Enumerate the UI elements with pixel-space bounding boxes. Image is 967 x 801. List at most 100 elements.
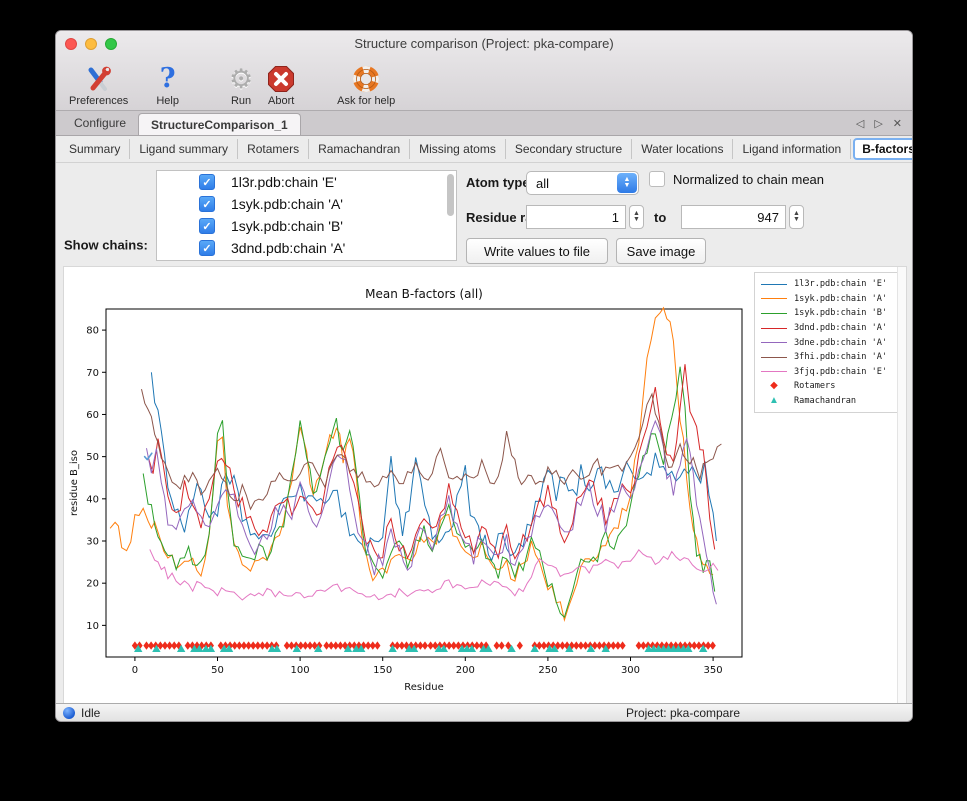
- legend-label: 1l3r.pdb:chain 'E': [794, 279, 887, 289]
- svg-text:Mean B-factors (all): Mean B-factors (all): [365, 287, 483, 301]
- run-button[interactable]: ⚙ Run: [222, 59, 260, 107]
- popup-stepper-icon: ▲▼: [617, 173, 637, 193]
- svg-text:150: 150: [373, 665, 392, 676]
- window-title: Structure comparison (Project: pka-compa…: [56, 31, 912, 57]
- residue-from-input[interactable]: 1: [526, 205, 626, 229]
- chart-legend: 1l3r.pdb:chain 'E' 1syk.pdb:chain 'A' 1s…: [754, 272, 904, 413]
- chain-list: ✓ 1l3r.pdb:chain 'E' ✓ 1syk.pdb:chain 'A…: [156, 170, 457, 261]
- legend-line-swatch: [761, 371, 787, 372]
- toolbar-label: Abort: [268, 95, 294, 107]
- legend-label: Ramachandran: [794, 396, 856, 406]
- svg-text:10: 10: [86, 621, 99, 632]
- chain-list-item[interactable]: ✓ 3dnd.pdb:chain 'A': [157, 237, 456, 259]
- svg-text:50: 50: [211, 665, 224, 676]
- legend-line-swatch: [761, 313, 787, 314]
- checkbox-checked-icon[interactable]: ✓: [199, 174, 215, 190]
- preferences-button[interactable]: Preferences: [62, 59, 135, 107]
- abort-icon: [267, 63, 295, 95]
- help-button[interactable]: ? Help: [149, 59, 186, 107]
- tab-close-icon[interactable]: ✕: [893, 117, 902, 130]
- tab-b-factors[interactable]: B-factors: [853, 138, 913, 160]
- tab-secondary-structure[interactable]: Secondary structure: [506, 139, 632, 159]
- svg-text:residue B_iso: residue B_iso: [69, 450, 80, 516]
- checkbox-checked-icon[interactable]: ✓: [199, 240, 215, 256]
- normalized-label: Normalized to chain mean: [673, 172, 824, 187]
- window-chrome: Structure comparison (Project: pka-compa…: [56, 31, 912, 111]
- toolbar-label: Preferences: [69, 95, 128, 107]
- plot-panel: Mean B-factors (all) residue B_iso Residue…: [63, 266, 907, 705]
- tab-prev-icon[interactable]: ◁: [856, 117, 864, 130]
- tab-summary[interactable]: Summary: [60, 139, 130, 159]
- toolbar: Preferences ? Help ⚙ Run Abort: [56, 57, 912, 110]
- write-values-button[interactable]: Write values to file: [466, 238, 608, 264]
- chain-list-item[interactable]: ✓ 1syk.pdb:chain 'B': [157, 215, 456, 237]
- status-text: Idle: [81, 706, 100, 720]
- svg-text:80: 80: [86, 326, 99, 337]
- legend-label: 1syk.pdb:chain 'A': [794, 294, 887, 304]
- svg-text:40: 40: [86, 494, 99, 505]
- checkbox-checked-icon[interactable]: ✓: [199, 196, 215, 212]
- traffic-lights: [65, 38, 117, 50]
- checkbox-unchecked-icon[interactable]: [649, 171, 665, 187]
- normalized-checkbox-row[interactable]: Normalized to chain mean: [649, 171, 824, 187]
- toolbar-label: Run: [231, 95, 251, 107]
- residue-to-input[interactable]: 947: [681, 205, 786, 229]
- bfactor-controls: Show chains: ✓ 1l3r.pdb:chain 'E' ✓ 1syk…: [56, 163, 912, 268]
- toolbar-label: Help: [156, 95, 179, 107]
- svg-text:350: 350: [704, 665, 723, 676]
- app-window: Structure comparison (Project: pka-compa…: [55, 30, 913, 722]
- main-tab-bar: Configure StructureComparison_1 ◁ ▷ ✕: [56, 111, 912, 136]
- chain-list-item[interactable]: ✓ 1syk.pdb:chain 'A': [157, 193, 456, 215]
- residue-from-stepper[interactable]: ▲▼: [629, 205, 644, 229]
- status-indicator-icon: [63, 707, 75, 719]
- svg-text:300: 300: [621, 665, 640, 676]
- tab-water-locations[interactable]: Water locations: [632, 139, 733, 159]
- titlebar[interactable]: Structure comparison (Project: pka-compa…: [56, 31, 912, 57]
- ask-for-help-button[interactable]: Ask for help: [330, 59, 402, 107]
- lifebuoy-icon: [352, 63, 380, 95]
- svg-text:0: 0: [132, 665, 138, 676]
- chain-label: 1syk.pdb:chain 'A': [231, 196, 343, 212]
- abort-button[interactable]: Abort: [260, 59, 302, 107]
- tab-next-icon[interactable]: ▷: [874, 117, 882, 130]
- svg-text:Residue: Residue: [404, 682, 443, 693]
- ramachandran-triangle-icon: ▲: [761, 396, 787, 406]
- chain-list-item[interactable]: ✓ 1l3r.pdb:chain 'E': [157, 171, 456, 193]
- tab-rotamers[interactable]: Rotamers: [238, 139, 309, 159]
- legend-line-swatch: [761, 342, 787, 343]
- show-chains-label: Show chains:: [64, 238, 148, 253]
- rotamers-diamond-icon: ◆: [761, 381, 787, 391]
- legend-line-swatch: [761, 357, 787, 358]
- chain-label: 1syk.pdb:chain 'B': [231, 218, 343, 234]
- chain-label: 1l3r.pdb:chain 'E': [231, 174, 337, 190]
- atom-type-label: Atom type:: [466, 175, 534, 190]
- svg-text:200: 200: [456, 665, 475, 676]
- gear-icon: ⚙: [229, 63, 253, 95]
- tab-structurecomparison-1[interactable]: StructureComparison_1: [138, 113, 301, 135]
- checkbox-checked-icon[interactable]: ✓: [199, 218, 215, 234]
- tab-configure[interactable]: Configure: [62, 111, 138, 135]
- to-label: to: [654, 210, 666, 225]
- tab-ligand-information[interactable]: Ligand information: [733, 139, 851, 159]
- tab-ligand-summary[interactable]: Ligand summary: [130, 139, 238, 159]
- residue-to-stepper[interactable]: ▲▼: [789, 205, 804, 229]
- status-project: Project: pka-compare: [626, 706, 740, 720]
- zoom-window-button[interactable]: [105, 38, 117, 50]
- atom-type-select[interactable]: all ▲▼: [526, 171, 639, 195]
- toolbar-label: Ask for help: [337, 95, 395, 107]
- tab-ramachandran[interactable]: Ramachandran: [309, 139, 410, 159]
- help-icon: ?: [160, 63, 176, 95]
- svg-text:60: 60: [86, 410, 99, 421]
- close-window-button[interactable]: [65, 38, 77, 50]
- save-image-button[interactable]: Save image: [616, 238, 706, 264]
- svg-text:250: 250: [538, 665, 557, 676]
- chain-list-scrollbar[interactable]: [447, 174, 454, 216]
- plot-scrollbar[interactable]: [897, 267, 906, 704]
- legend-label: 3fhi.pdb:chain 'A': [794, 352, 887, 362]
- minimize-window-button[interactable]: [85, 38, 97, 50]
- tools-icon: [85, 63, 113, 95]
- svg-text:50: 50: [86, 452, 99, 463]
- legend-label: 1syk.pdb:chain 'B': [794, 308, 887, 318]
- svg-text:100: 100: [291, 665, 310, 676]
- tab-missing-atoms[interactable]: Missing atoms: [410, 139, 506, 159]
